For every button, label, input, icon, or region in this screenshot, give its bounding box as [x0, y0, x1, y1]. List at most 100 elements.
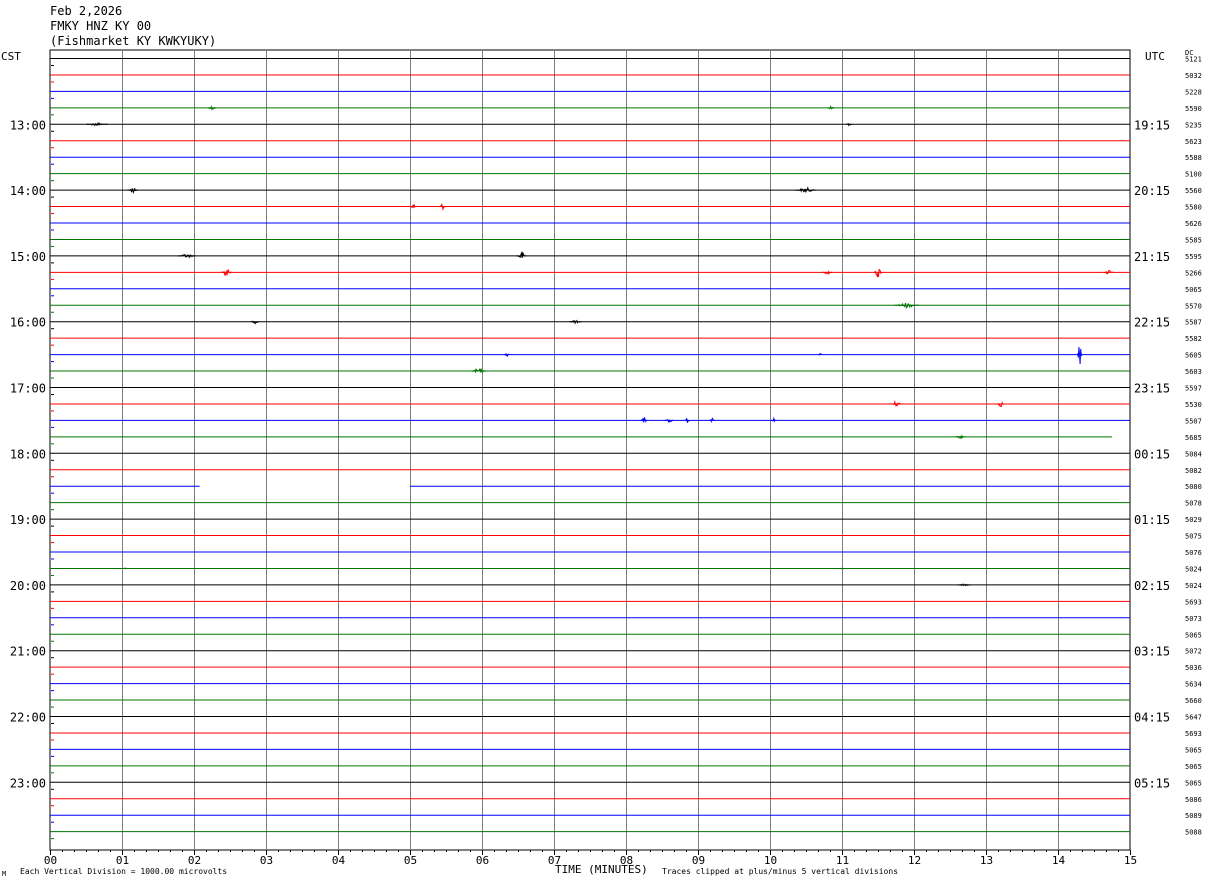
- left-hour-label: 14:00: [10, 184, 46, 198]
- dc-value: 5121: [1185, 56, 1202, 64]
- left-hour-label: 22:00: [10, 711, 46, 725]
- x-tick-label: 04: [332, 854, 346, 867]
- seismic-event: [827, 105, 835, 110]
- left-hour-label: 19:00: [10, 513, 46, 527]
- dc-value: 5647: [1185, 714, 1202, 722]
- trace-group: [50, 58, 1130, 840]
- seismic-event: [123, 567, 128, 570]
- x-tick-label: 15: [1124, 854, 1137, 867]
- seismic-event: [709, 417, 716, 423]
- seismic-event: [207, 104, 217, 111]
- left-hour-label: 13:00: [10, 118, 46, 132]
- dc-value: 5100: [1185, 171, 1202, 179]
- right-hour-label: 20:15: [1134, 184, 1170, 198]
- seismic-event: [846, 122, 852, 127]
- x-tick-label: 03: [260, 854, 273, 867]
- x-tick-label: 14: [1052, 854, 1066, 867]
- dc-value: 5089: [1185, 812, 1202, 820]
- clip-note: Traces clipped at plus/minus 5 vertical …: [662, 867, 899, 876]
- seismic-event: [1076, 347, 1083, 365]
- left-hour-label: 17:00: [10, 382, 46, 396]
- dc-value: 5024: [1185, 565, 1202, 573]
- dc-value: 5597: [1185, 385, 1202, 393]
- dc-value: 5660: [1185, 697, 1202, 705]
- dc-value: 5080: [1185, 483, 1202, 491]
- dc-value: 5693: [1185, 598, 1202, 606]
- dc-value: 5580: [1185, 204, 1202, 212]
- dc-value: 5560: [1185, 187, 1202, 195]
- dc-value: 5086: [1185, 796, 1202, 804]
- seismic-event: [640, 416, 648, 424]
- x-tick-label: 09: [692, 854, 705, 867]
- seismic-event: [771, 416, 776, 423]
- dc-value: 5065: [1185, 631, 1202, 639]
- x-tick-label: 02: [188, 854, 201, 867]
- dc-value: 5507: [1185, 417, 1202, 425]
- dc-value: 5065: [1185, 779, 1202, 787]
- helicorder-plot: 00 01 02 03 04 05 06 07 08 09 10 11 12 13 14 1551215032…: [10, 49, 1202, 867]
- seismic-event: [177, 253, 196, 259]
- dc-value: 5603: [1185, 368, 1202, 376]
- plot-frame: [49, 49, 1131, 851]
- dc-value: 5590: [1185, 105, 1202, 113]
- dc-value: 5570: [1185, 302, 1202, 310]
- x-tick-label: 05: [404, 854, 417, 867]
- dc-value: 5036: [1185, 664, 1202, 672]
- right-hour-label: 01:15: [1134, 513, 1170, 527]
- right-hour-label: 23:15: [1134, 382, 1170, 396]
- x-tick-label: 00: [44, 854, 57, 867]
- right-hour-label: 05:15: [1134, 776, 1170, 790]
- left-hour-label: 23:00: [10, 776, 46, 790]
- corner-mark: M: [2, 870, 7, 878]
- dc-value: 5626: [1185, 220, 1202, 228]
- seismic-event: [1102, 270, 1114, 275]
- right-hour-label: 00:15: [1134, 447, 1170, 461]
- dc-value: 5228: [1185, 88, 1202, 96]
- dc-value: 5582: [1185, 335, 1202, 343]
- left-hour-label: 16:00: [10, 316, 46, 330]
- dc-value: 5587: [1185, 319, 1202, 327]
- x-tick-label: 13: [980, 854, 993, 867]
- left-hour-label: 15:00: [10, 250, 46, 264]
- seismic-event: [873, 268, 883, 278]
- seismic-event: [220, 268, 232, 277]
- seismic-event: [955, 434, 966, 440]
- x-axis-label: TIME (MINUTES): [555, 863, 648, 876]
- dc-value: 5530: [1185, 401, 1202, 409]
- dc-value: 5029: [1185, 516, 1202, 524]
- dc-value: 5685: [1185, 434, 1202, 442]
- dc-value: 5585: [1185, 236, 1202, 244]
- left-hour-label: 18:00: [10, 447, 46, 461]
- dc-value: 5032: [1185, 72, 1202, 80]
- dc-value: 5235: [1185, 121, 1202, 129]
- dc-value: 5623: [1185, 138, 1202, 146]
- dc-value: 5076: [1185, 549, 1202, 557]
- seismic-event: [840, 567, 844, 570]
- seismic-event: [795, 186, 817, 194]
- dc-value: 5088: [1185, 829, 1202, 837]
- right-hour-label: 02:15: [1134, 579, 1170, 593]
- dc-value: 5078: [1185, 500, 1202, 508]
- scale-note: Each Vertical Division = 1000.00 microvo…: [20, 867, 228, 876]
- dc-value: 5075: [1185, 533, 1202, 541]
- right-hour-label: 04:15: [1134, 711, 1170, 725]
- right-hour-label: 21:15: [1134, 250, 1170, 264]
- right-hour-label: 19:15: [1134, 118, 1170, 132]
- dc-value: 5634: [1185, 681, 1202, 689]
- right-hour-label: 22:15: [1134, 316, 1170, 330]
- x-tick-label: 12: [908, 854, 921, 867]
- x-tick-label: 11: [836, 854, 849, 867]
- dc-value: 5588: [1185, 154, 1202, 162]
- seismic-event: [684, 418, 690, 423]
- dc-value: 5605: [1185, 352, 1202, 360]
- seismic-event: [888, 399, 903, 407]
- dc-value: 5072: [1185, 648, 1202, 656]
- seismic-event: [410, 203, 417, 209]
- dc-value: 5082: [1185, 467, 1202, 475]
- dc-value: 5073: [1185, 615, 1202, 623]
- seismic-event: [438, 202, 446, 211]
- x-tick-label: 06: [476, 854, 489, 867]
- dc-value: 5084: [1185, 450, 1202, 458]
- dc-value: 5266: [1185, 269, 1202, 277]
- grid-lines: [49, 49, 1131, 855]
